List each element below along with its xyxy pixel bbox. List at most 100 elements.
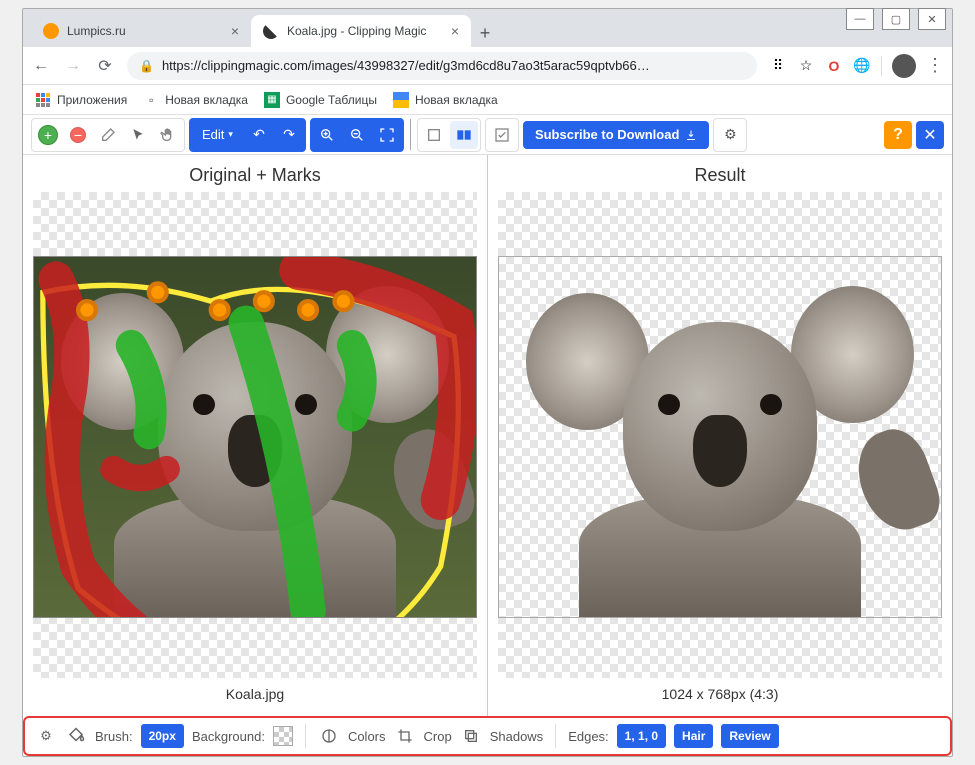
colors-icon xyxy=(318,725,340,747)
tab-favicon-icon xyxy=(263,23,279,39)
original-canvas[interactable] xyxy=(33,192,477,678)
back-button[interactable]: ← xyxy=(31,56,51,76)
translate-icon[interactable]: ⠿ xyxy=(769,57,787,75)
history-group: Edit ▾ ↶ ↷ xyxy=(189,118,306,152)
lock-icon: 🔒 xyxy=(139,59,154,73)
bottom-toolbar: ⚙ Brush: 20px Background: Colors Crop Sh… xyxy=(25,718,950,754)
keep-tool-button[interactable]: + xyxy=(38,125,58,145)
new-tab-button[interactable]: + xyxy=(471,19,499,47)
bookmarks-bar: Приложения ▫ Новая вкладка ▦ Google Табл… xyxy=(23,85,952,115)
globe-icon[interactable]: 🌐 xyxy=(853,57,871,75)
bucket-icon[interactable] xyxy=(65,725,87,747)
bookmark-item[interactable]: Новая вкладка xyxy=(393,92,498,108)
divider xyxy=(881,56,882,76)
window-close-button[interactable]: ✕ xyxy=(918,8,946,30)
bookmark-item[interactable]: ▦ Google Таблицы xyxy=(264,92,377,108)
window-controls: — ▢ ✕ xyxy=(846,8,946,30)
minimize-button[interactable]: — xyxy=(846,8,874,30)
panel-caption: 1024 x 768px (4:3) xyxy=(488,678,952,716)
tab-strip: Lumpics.ru × Koala.jpg - Clipping Magic … xyxy=(23,9,952,47)
panel-title: Original + Marks xyxy=(23,155,487,192)
check-preview-button[interactable] xyxy=(488,121,516,149)
tab-label: Koala.jpg - Clipping Magic xyxy=(287,24,426,38)
help-button[interactable]: ? xyxy=(884,121,912,149)
image-icon xyxy=(393,92,409,108)
kebab-menu-icon[interactable]: ⋮ xyxy=(926,55,944,76)
bottom-toolbar-wrap: ⚙ Brush: 20px Background: Colors Crop Sh… xyxy=(23,716,952,756)
shadows-icon xyxy=(460,725,482,747)
page-icon: ▫ xyxy=(143,92,159,108)
view-group xyxy=(417,118,481,152)
bookmark-label: Новая вкладка xyxy=(415,93,498,107)
divider xyxy=(555,724,556,748)
panel-title: Result xyxy=(488,155,952,192)
edges-label: Edges: xyxy=(568,729,608,744)
browser-window: — ▢ ✕ Lumpics.ru × Koala.jpg - Clipping … xyxy=(22,8,953,757)
maximize-button[interactable]: ▢ xyxy=(882,8,910,30)
editor-toolbar: + − Edit ▾ ↶ ↷ Subscribe to Download xyxy=(23,115,952,155)
settings-icon[interactable]: ⚙ xyxy=(716,121,744,149)
colors-button[interactable]: Colors xyxy=(348,729,386,744)
forward-button[interactable]: → xyxy=(63,56,83,76)
bookmark-label: Новая вкладка xyxy=(165,93,248,107)
tab-clippingmagic[interactable]: Koala.jpg - Clipping Magic × xyxy=(251,15,471,47)
pan-tool-button[interactable] xyxy=(154,121,182,149)
zoom-out-button[interactable] xyxy=(343,121,371,149)
shadows-button[interactable]: Shadows xyxy=(490,729,543,744)
editor-main: Original + Marks xyxy=(23,155,952,716)
eraser-tool-button[interactable] xyxy=(94,121,122,149)
bookmark-item[interactable]: ▫ Новая вкладка xyxy=(143,92,248,108)
address-bar: ← → ⟳ 🔒 https://clippingmagic.com/images… xyxy=(23,47,952,85)
edit-dropdown[interactable]: Edit ▾ xyxy=(192,121,243,149)
brush-label: Brush: xyxy=(95,729,133,744)
bookmark-label: Google Таблицы xyxy=(286,93,377,107)
zoom-in-button[interactable] xyxy=(313,121,341,149)
preview-group xyxy=(485,118,519,152)
url-text: https://clippingmagic.com/images/4399832… xyxy=(162,58,650,73)
apps-bookmark[interactable]: Приложения xyxy=(35,92,127,108)
avatar[interactable] xyxy=(892,54,916,78)
result-canvas[interactable] xyxy=(498,192,942,678)
hair-button[interactable]: Hair xyxy=(674,724,713,748)
close-editor-button[interactable]: ✕ xyxy=(916,121,944,149)
original-panel: Original + Marks xyxy=(23,155,487,716)
tab-favicon-icon xyxy=(43,23,59,39)
redo-button[interactable]: ↷ xyxy=(275,121,303,149)
reload-button[interactable]: ⟳ xyxy=(95,56,115,76)
review-button[interactable]: Review xyxy=(721,724,778,748)
undo-button[interactable]: ↶ xyxy=(245,121,273,149)
result-image xyxy=(498,256,942,618)
background-swatch[interactable] xyxy=(273,726,293,746)
pointer-tool-button[interactable] xyxy=(124,121,152,149)
result-panel: Result 1024 x 768px (4:3) xyxy=(488,155,952,716)
crop-button[interactable]: Crop xyxy=(424,729,452,744)
tab-close-icon[interactable]: × xyxy=(231,23,239,39)
edges-value-button[interactable]: 1, 1, 0 xyxy=(617,724,666,748)
background-label: Background: xyxy=(192,729,265,744)
url-input[interactable]: 🔒 https://clippingmagic.com/images/43998… xyxy=(127,52,757,80)
extension-icons: ⠿ ☆ O 🌐 ⋮ xyxy=(769,54,944,78)
divider xyxy=(305,724,306,748)
star-icon[interactable]: ☆ xyxy=(797,57,815,75)
sheets-icon: ▦ xyxy=(264,92,280,108)
remove-tool-button[interactable]: − xyxy=(70,127,86,143)
koala-illustration xyxy=(499,257,941,617)
tab-lumpics[interactable]: Lumpics.ru × xyxy=(31,15,251,47)
brush-size-button[interactable]: 20px xyxy=(141,724,184,748)
tab-close-icon[interactable]: × xyxy=(451,23,459,39)
gear-icon[interactable]: ⚙ xyxy=(35,725,57,747)
apps-grid-icon xyxy=(35,92,51,108)
crop-icon xyxy=(394,725,416,747)
user-marks xyxy=(34,257,476,618)
subscribe-button[interactable]: Subscribe to Download xyxy=(523,121,709,149)
split-view-button[interactable] xyxy=(450,121,478,149)
fit-button[interactable] xyxy=(373,121,401,149)
settings-group: ⚙ xyxy=(713,118,747,152)
mark-tools-group: + − xyxy=(31,118,185,152)
tab-label: Lumpics.ru xyxy=(67,24,126,38)
panel-caption: Koala.jpg xyxy=(23,678,487,716)
single-view-button[interactable] xyxy=(420,121,448,149)
bookmark-label: Приложения xyxy=(57,93,127,107)
opera-icon[interactable]: O xyxy=(825,57,843,75)
toolbar-divider xyxy=(410,119,411,150)
